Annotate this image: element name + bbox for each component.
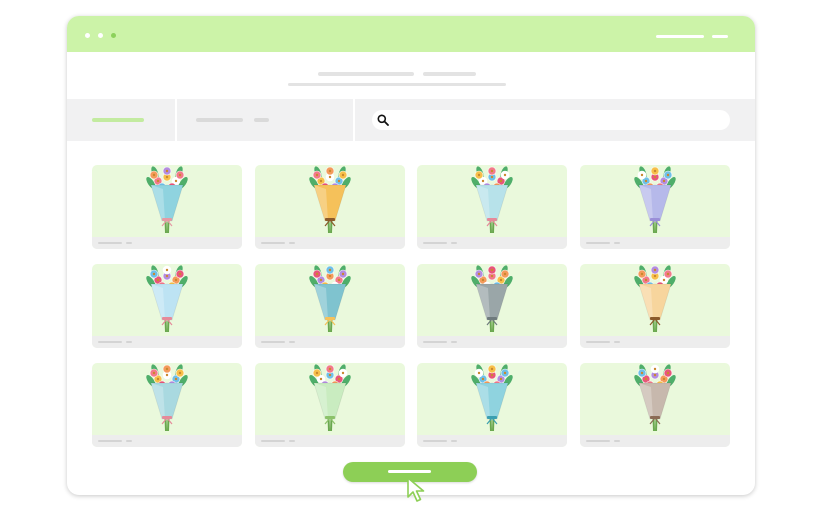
product-title-placeholder [261, 440, 285, 442]
search-input[interactable] [372, 110, 730, 130]
product-price-placeholder [126, 440, 132, 442]
bouquet-image [309, 265, 351, 333]
bouquet-image [634, 364, 676, 432]
product-card[interactable] [92, 264, 242, 348]
page-subtitle-placeholder [288, 83, 506, 86]
product-card[interactable] [580, 264, 730, 348]
tab-second-label [196, 118, 243, 122]
product-price-placeholder [126, 242, 132, 244]
bouquet-image [634, 166, 676, 234]
bouquet-image [309, 364, 351, 432]
product-price-placeholder [614, 242, 620, 244]
tab-second[interactable] [177, 99, 353, 141]
bouquet-image [146, 265, 188, 333]
tab-divider [353, 99, 355, 141]
product-title-placeholder [423, 341, 447, 343]
product-title-placeholder [586, 440, 610, 442]
cursor-arrow-icon [406, 476, 428, 504]
browser-window [67, 16, 755, 495]
product-price-placeholder [451, 242, 457, 244]
window-dot-1[interactable] [85, 33, 90, 38]
product-card[interactable] [92, 165, 242, 249]
load-more-label-placeholder [388, 470, 431, 473]
bouquet-image [634, 265, 676, 333]
bouquet-image [471, 364, 513, 432]
product-title-placeholder [586, 341, 610, 343]
product-card-footer [417, 336, 567, 348]
product-card[interactable] [417, 264, 567, 348]
product-title-placeholder [98, 242, 122, 244]
product-price-placeholder [451, 440, 457, 442]
product-price-placeholder [126, 341, 132, 343]
product-card[interactable] [92, 363, 242, 447]
window-dot-2[interactable] [98, 33, 103, 38]
titlebar-placeholder-2 [712, 35, 728, 38]
tab-second-label-2 [254, 118, 269, 122]
bouquet-image [146, 166, 188, 234]
page-title-placeholder [318, 72, 414, 76]
bouquet-image [146, 364, 188, 432]
tab-active[interactable] [67, 99, 175, 141]
product-title-placeholder [98, 341, 122, 343]
product-card-footer [580, 237, 730, 249]
product-card[interactable] [580, 165, 730, 249]
product-title-placeholder [423, 242, 447, 244]
product-card-footer [580, 336, 730, 348]
bouquet-image [309, 166, 351, 234]
titlebar-placeholder-1 [656, 35, 704, 38]
product-card[interactable] [255, 264, 405, 348]
product-card[interactable] [255, 363, 405, 447]
product-card-footer [417, 435, 567, 447]
product-price-placeholder [289, 242, 295, 244]
product-card-footer [255, 435, 405, 447]
product-card[interactable] [417, 363, 567, 447]
product-title-placeholder [423, 440, 447, 442]
product-title-placeholder [586, 242, 610, 244]
product-price-placeholder [289, 341, 295, 343]
product-title-placeholder [98, 440, 122, 442]
product-title-placeholder [261, 242, 285, 244]
tab-bar [67, 99, 755, 141]
product-card-footer [255, 237, 405, 249]
search-icon[interactable] [377, 114, 389, 126]
window-titlebar [67, 16, 755, 52]
product-price-placeholder [614, 440, 620, 442]
product-card-footer [417, 237, 567, 249]
bouquet-image [471, 166, 513, 234]
bouquet-image [471, 265, 513, 333]
product-card[interactable] [417, 165, 567, 249]
product-card[interactable] [580, 363, 730, 447]
product-card-footer [92, 336, 242, 348]
product-title-placeholder [261, 341, 285, 343]
product-card-footer [580, 435, 730, 447]
product-card-footer [255, 336, 405, 348]
page-title-placeholder-2 [423, 72, 476, 76]
tab-active-label [92, 118, 144, 122]
product-card-footer [92, 237, 242, 249]
product-price-placeholder [289, 440, 295, 442]
product-card[interactable] [255, 165, 405, 249]
product-card-footer [92, 435, 242, 447]
product-price-placeholder [451, 341, 457, 343]
product-price-placeholder [614, 341, 620, 343]
window-dot-3[interactable] [111, 33, 116, 38]
